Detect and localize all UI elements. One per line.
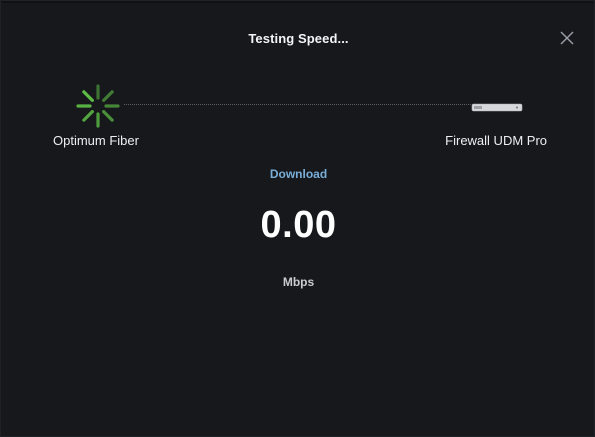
spinner-ray [102, 90, 114, 102]
destination-device-label: Firewall UDM Pro [445, 133, 547, 148]
speed-value: 0.00 [260, 204, 337, 246]
source-isp-label: Optimum Fiber [53, 133, 139, 148]
close-icon [560, 31, 574, 45]
top-strip [1, 1, 594, 3]
loading-spinner-icon [75, 83, 121, 129]
speed-test-dialog: Testing Speed... Optimum Fiber Firewall … [0, 0, 595, 437]
spinner-ray [102, 110, 114, 122]
connection-line [124, 104, 471, 105]
dialog-title: Testing Speed... [248, 31, 349, 46]
spinner-ray [82, 110, 94, 122]
spinner-ray [82, 90, 94, 102]
close-button[interactable] [557, 28, 577, 48]
test-phase-label: Download [269, 167, 328, 181]
rack-device-icon [471, 100, 523, 112]
speed-unit: Mbps [282, 275, 315, 289]
